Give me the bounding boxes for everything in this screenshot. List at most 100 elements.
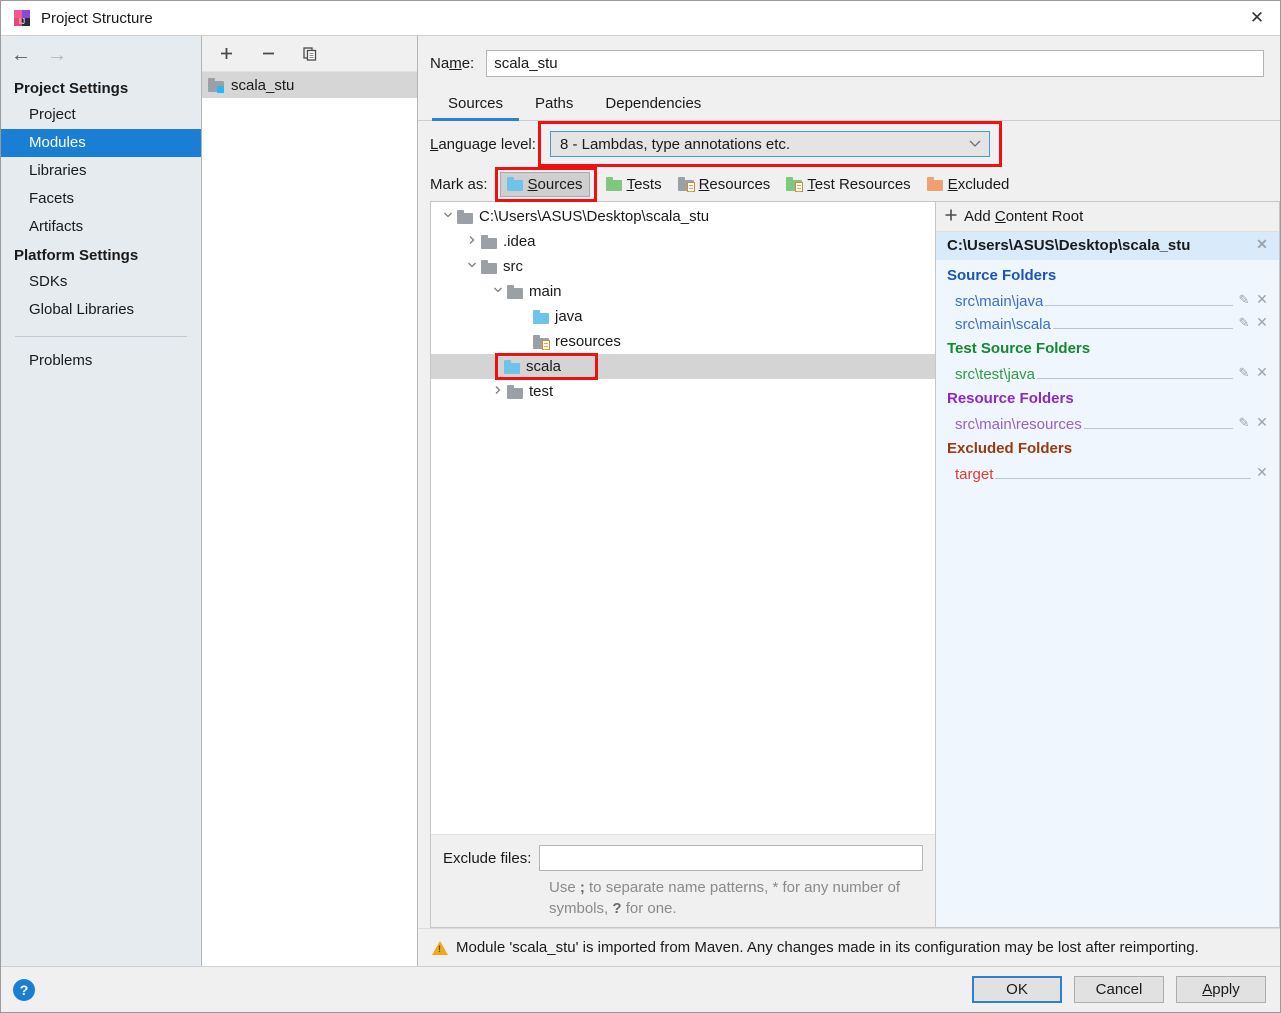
- remove-folder-button[interactable]: ✕: [1253, 464, 1271, 483]
- copy-module-button[interactable]: [298, 42, 322, 66]
- mark-as-sources-button[interactable]: Sources: [499, 171, 590, 197]
- folder-gray-icon: [481, 259, 497, 274]
- sidebar-divider: [15, 336, 187, 337]
- add-content-root-button[interactable]: Add Content Root: [936, 202, 1279, 232]
- remove-folder-button[interactable]: ✕: [1253, 314, 1271, 333]
- tree-row-label: java: [555, 308, 583, 325]
- folder-path: src\main\resources: [955, 416, 1082, 433]
- folder-gray-icon: [507, 384, 523, 399]
- sidebar-item-problems[interactable]: Problems: [1, 347, 201, 375]
- tree-row-resources[interactable]: resources: [431, 329, 935, 354]
- tree-row-idea[interactable]: .idea: [431, 229, 935, 254]
- remove-folder-button[interactable]: ✕: [1253, 364, 1271, 383]
- module-list-item-scala-stu[interactable]: scala_stu: [202, 72, 417, 98]
- tree-row-label: .idea: [503, 233, 536, 250]
- tree-row-scala[interactable]: scala: [431, 353, 935, 380]
- close-icon[interactable]: ✕: [1234, 1, 1280, 35]
- sidebar-item-artifacts[interactable]: Artifacts: [1, 213, 201, 241]
- help-icon[interactable]: ?: [13, 978, 35, 1001]
- chevron-down-icon[interactable]: [439, 210, 457, 223]
- resource-folders-title: Resource Folders: [947, 390, 1074, 407]
- tree-row-main[interactable]: main: [431, 279, 935, 304]
- warning-bar: Module 'scala_stu' is imported from Mave…: [418, 928, 1280, 966]
- cancel-button[interactable]: Cancel: [1074, 976, 1164, 1003]
- edit-pencil-icon[interactable]: ✎: [1235, 292, 1253, 310]
- tree-row-label: test: [529, 383, 554, 400]
- sidebar-item-project[interactable]: Project: [1, 101, 201, 129]
- module-folder-icon: [208, 78, 224, 93]
- chevron-right-icon[interactable]: [463, 235, 481, 248]
- tab-paths[interactable]: Paths: [519, 90, 589, 120]
- tree-row-java[interactable]: java: [431, 304, 935, 329]
- chevron-down-icon[interactable]: [489, 285, 507, 298]
- sidebar-item-facets[interactable]: Facets: [1, 185, 201, 213]
- project-structure-dialog: IJ Project Structure ✕ ← → Project Setti…: [0, 0, 1281, 1013]
- sidebar-item-sdks[interactable]: SDKs: [1, 268, 201, 296]
- add-module-button[interactable]: [214, 42, 238, 66]
- tab-sources[interactable]: Sources: [432, 90, 520, 121]
- content-tree: C:\Users\ASUS\Desktop\scala_stu .idea sr…: [431, 202, 935, 834]
- module-list-item-label: scala_stu: [231, 76, 295, 94]
- mark-as-excluded-button[interactable]: Excluded: [920, 172, 1017, 197]
- intellij-idea-icon: IJ: [13, 9, 31, 27]
- tree-row-src[interactable]: src: [431, 254, 935, 279]
- scala-highlight-box: scala: [495, 353, 599, 380]
- tree-row-label: main: [529, 283, 562, 300]
- dialog-footer: ? OK Cancel Apply: [1, 966, 1280, 1012]
- sidebar-item-global-libraries[interactable]: Global Libraries: [1, 296, 201, 324]
- mark-as-resources-button[interactable]: Resources: [671, 172, 778, 197]
- remove-folder-button[interactable]: ✕: [1253, 291, 1271, 310]
- folder-blue-icon: [504, 359, 520, 374]
- folder-gray-icon: [507, 284, 523, 299]
- exclude-files-input[interactable]: [539, 845, 923, 871]
- sidebar-group-project-settings: Project Settings: [14, 80, 129, 97]
- sidebar-item-libraries[interactable]: Libraries: [1, 157, 201, 185]
- sidebar-group-platform-settings: Platform Settings: [14, 247, 139, 264]
- remove-folder-button[interactable]: ✕: [1253, 414, 1271, 433]
- chevron-down-icon[interactable]: [463, 260, 481, 273]
- exclude-files-area: Exclude files: Use ; to separate name pa…: [431, 834, 935, 927]
- edit-pencil-icon[interactable]: ✎: [1235, 315, 1253, 333]
- add-content-root-label: Add Content Root: [964, 208, 1084, 225]
- sidebar-item-modules[interactable]: Modules: [1, 129, 201, 157]
- exclude-files-label: Exclude files:: [443, 849, 532, 867]
- mark-sources-highlight-box: Sources: [494, 166, 597, 202]
- tree-row-label: src: [503, 258, 523, 275]
- tree-row-label: scala: [526, 358, 562, 375]
- settings-sidebar: ← → Project Settings Project Modules Lib…: [1, 36, 202, 966]
- mark-as-test-resources-button[interactable]: Test Resources: [779, 172, 917, 197]
- mark-as-sources-label: Sources: [527, 175, 583, 193]
- tree-row-root[interactable]: C:\Users\ASUS\Desktop\scala_stu: [431, 204, 935, 229]
- remove-module-button[interactable]: [256, 42, 280, 66]
- dialog-body: ← → Project Settings Project Modules Lib…: [1, 35, 1280, 966]
- apply-button[interactable]: Apply: [1176, 976, 1266, 1003]
- mark-as-tests-button[interactable]: Tests: [599, 172, 669, 197]
- row-rule: [1045, 305, 1233, 306]
- sources-split: C:\Users\ASUS\Desktop\scala_stu .idea sr…: [418, 201, 1280, 928]
- chevron-right-icon[interactable]: [489, 385, 507, 398]
- edit-pencil-icon[interactable]: ✎: [1235, 365, 1253, 383]
- folder-gray-lines-icon: [677, 177, 695, 192]
- edit-pencil-icon[interactable]: ✎: [1235, 415, 1253, 433]
- folder-green-icon: [605, 177, 622, 191]
- module-list-panel: scala_stu: [202, 36, 418, 966]
- language-level-select[interactable]: 8 - Lambdas, type annotations etc.: [549, 131, 990, 157]
- test-source-folder-row: src\test\java ✎ ✕: [936, 360, 1279, 383]
- remove-content-root-button[interactable]: ✕: [1253, 236, 1271, 255]
- folder-path: src\main\scala: [955, 316, 1051, 333]
- module-name-input[interactable]: [486, 50, 1264, 77]
- folder-green-lines-icon: [786, 177, 804, 192]
- content-root-path: C:\Users\ASUS\Desktop\scala_stu: [947, 237, 1191, 254]
- ok-button[interactable]: OK: [972, 976, 1062, 1003]
- excluded-folder-row: target ✕: [936, 460, 1279, 483]
- folder-path: target: [955, 466, 994, 483]
- forward-arrow-icon[interactable]: →: [47, 45, 67, 65]
- tab-dependencies[interactable]: Dependencies: [589, 90, 717, 120]
- exclude-files-row: Exclude files:: [443, 845, 923, 871]
- language-level-label: Language level:: [430, 135, 536, 153]
- tree-row-test[interactable]: test: [431, 379, 935, 404]
- tree-row-label: resources: [555, 333, 621, 350]
- content-roots-panel: Add Content Root C:\Users\ASUS\Desktop\s…: [935, 201, 1280, 928]
- back-arrow-icon[interactable]: ←: [11, 45, 31, 65]
- resource-folder-row: src\main\resources ✎ ✕: [936, 410, 1279, 433]
